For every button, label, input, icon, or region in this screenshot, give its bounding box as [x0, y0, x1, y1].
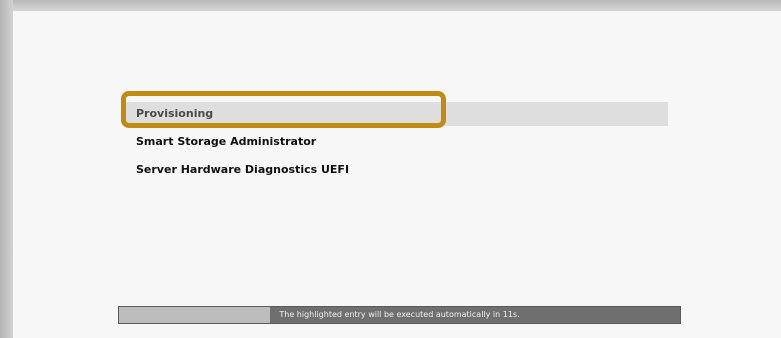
- menu-item-server-hardware-diagnostics[interactable]: Server Hardware Diagnostics UEFI: [126, 158, 668, 182]
- autoboot-progress-bar: The highlighted entry will be executed a…: [118, 306, 681, 324]
- menu-item-label: Smart Storage Administrator: [136, 135, 317, 148]
- boot-screen: Provisioning Smart Storage Administrator…: [0, 0, 781, 338]
- menu-item-label: Server Hardware Diagnostics UEFI: [136, 163, 350, 176]
- menu-item-smart-storage-administrator[interactable]: Smart Storage Administrator: [126, 130, 668, 154]
- autoboot-message: The highlighted entry will be executed a…: [279, 310, 520, 319]
- top-border: [0, 0, 781, 11]
- selection-highlight-box: [121, 91, 446, 128]
- left-border: [0, 0, 13, 338]
